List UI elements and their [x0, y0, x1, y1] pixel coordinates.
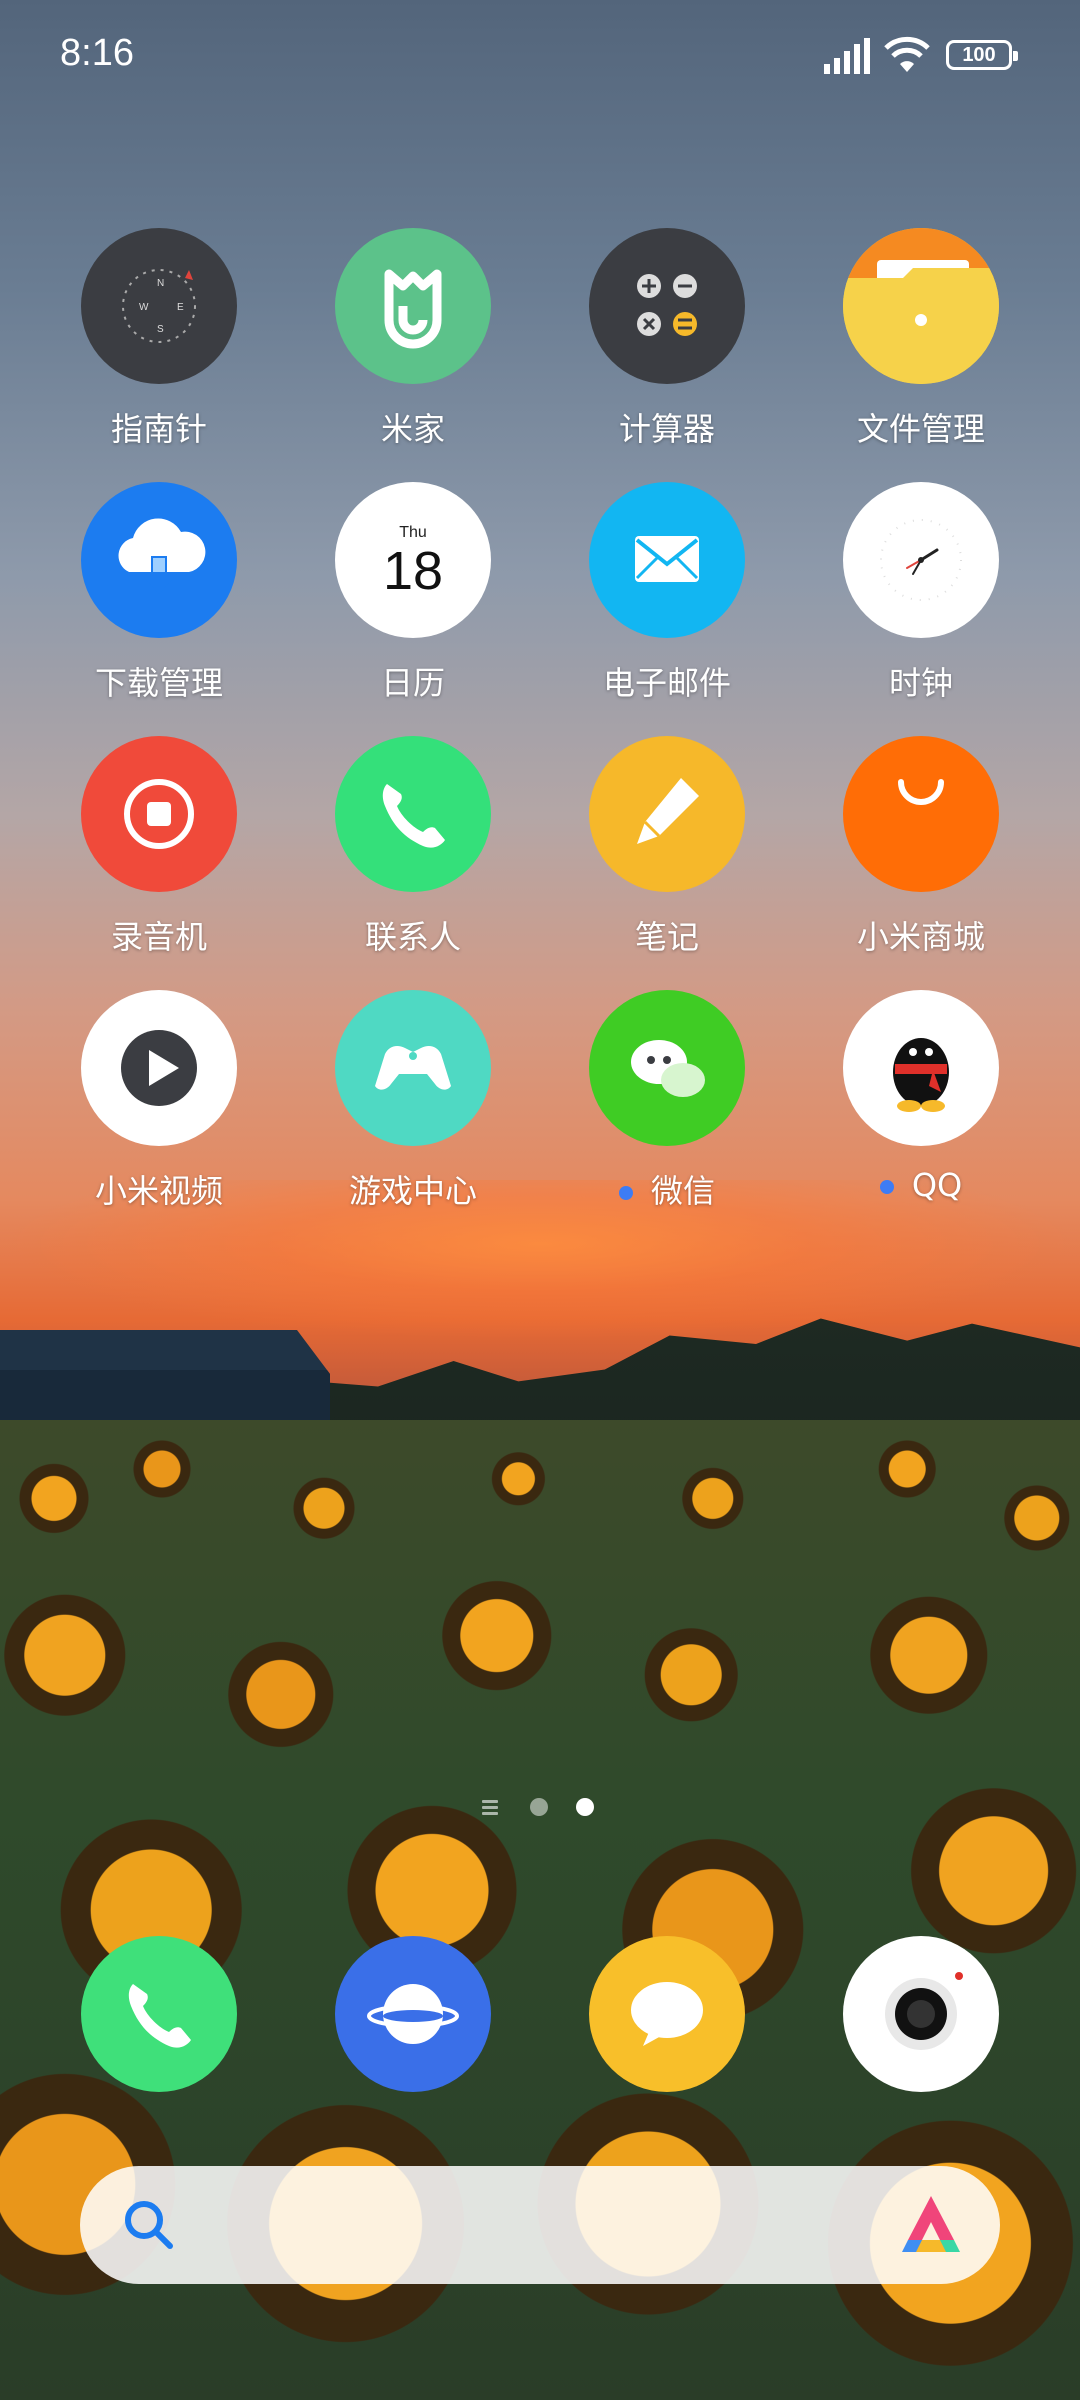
qq-penguin-icon: [843, 990, 999, 1146]
app-label: 米家: [380, 410, 445, 448]
app-label: 微信: [540, 1166, 794, 1212]
camera-icon: [885, 1972, 963, 2050]
dock-phone-button[interactable]: [81, 1936, 237, 2092]
phone-icon: [335, 736, 491, 892]
download-cloud-icon: [81, 482, 237, 638]
battery-icon: 100: [946, 40, 1018, 70]
dock-browser-button[interactable]: [335, 1936, 491, 2092]
app-download-manager[interactable]: 下载管理: [32, 482, 286, 722]
svg-text:E: E: [177, 302, 184, 313]
app-file-manager[interactable]: 文件管理: [794, 228, 1048, 468]
messages-icon: [631, 1982, 703, 2046]
gamepad-icon: [335, 990, 491, 1146]
wifi-icon: [884, 36, 930, 72]
app-notes[interactable]: 笔记: [540, 736, 794, 976]
list-pages-icon: [482, 1800, 498, 1816]
compass-icon: N E W S: [81, 228, 237, 384]
calendar-day-number: 18: [382, 541, 444, 601]
search-icon: [125, 2201, 173, 2249]
page-dot-active: [576, 1798, 594, 1816]
folder-icon: [843, 228, 999, 384]
app-compass[interactable]: N E W S 指南针: [32, 228, 286, 468]
svg-text:W: W: [139, 302, 149, 313]
app-label: 游戏中心: [348, 1172, 477, 1210]
app-calculator[interactable]: 计算器: [540, 228, 794, 468]
notification-dot: [618, 1186, 633, 1200]
dock-camera-button[interactable]: [843, 1936, 999, 2092]
mi-store-icon: [843, 736, 999, 892]
app-label: 时钟: [888, 664, 953, 702]
wechat-icon: [589, 990, 745, 1146]
app-label: 笔记: [634, 918, 699, 956]
app-label-text: QQ: [911, 1166, 963, 1204]
app-label: 电子邮件: [602, 664, 731, 702]
app-clock[interactable]: 时钟: [794, 482, 1048, 722]
app-label: 指南针: [110, 410, 207, 448]
notification-dot: [879, 1180, 894, 1194]
clock-icon: [843, 482, 999, 638]
app-recorder[interactable]: 录音机: [32, 736, 286, 976]
app-mi-home[interactable]: 米家: [286, 228, 540, 468]
app-mi-store[interactable]: 小米商城: [794, 736, 1048, 976]
search-bar[interactable]: [80, 2166, 1000, 2284]
assistant-logo-icon[interactable]: [896, 2190, 966, 2260]
app-wechat[interactable]: 微信: [540, 990, 794, 1230]
svg-text:N: N: [157, 278, 164, 289]
app-label: 计算器: [618, 410, 715, 448]
page-indicator[interactable]: [474, 1796, 606, 1820]
page-dot: [530, 1798, 548, 1816]
app-label: 文件管理: [856, 410, 985, 448]
app-label: 小米视频: [94, 1172, 223, 1210]
browser-icon: [367, 1984, 459, 2044]
calendar-icon: Thu 18: [335, 482, 491, 638]
home-screen: 8:16 100 N E W S 指南针 米家 计算器 文件管理 下载管理 Th…: [0, 0, 1080, 2400]
status-bar: 8:16 100: [0, 0, 1080, 110]
app-label-text: 微信: [650, 1172, 715, 1210]
calculator-icon: [589, 228, 745, 384]
video-play-icon: [81, 990, 237, 1146]
signal-icon: [824, 38, 870, 74]
recorder-icon: [81, 736, 237, 892]
status-time: 8:16: [60, 32, 134, 74]
app-label: 小米商城: [856, 918, 985, 956]
app-label: 下载管理: [94, 664, 223, 702]
app-email[interactable]: 电子邮件: [540, 482, 794, 722]
app-qq[interactable]: QQ: [794, 990, 1048, 1230]
mail-icon: [589, 482, 745, 638]
app-label: QQ: [794, 1166, 1048, 1204]
app-contacts[interactable]: 联系人: [286, 736, 540, 976]
app-calendar[interactable]: Thu 18 日历: [286, 482, 540, 722]
app-label: 录音机: [110, 918, 207, 956]
app-mi-video[interactable]: 小米视频: [32, 990, 286, 1230]
mi-home-icon: [335, 228, 491, 384]
app-game-center[interactable]: 游戏中心: [286, 990, 540, 1230]
app-label: 日历: [380, 664, 445, 702]
app-label: 联系人: [364, 918, 461, 956]
pencil-icon: [589, 736, 745, 892]
phone-icon: [128, 1984, 191, 2048]
svg-text:S: S: [157, 324, 164, 335]
dock-messages-button[interactable]: [589, 1936, 745, 2092]
